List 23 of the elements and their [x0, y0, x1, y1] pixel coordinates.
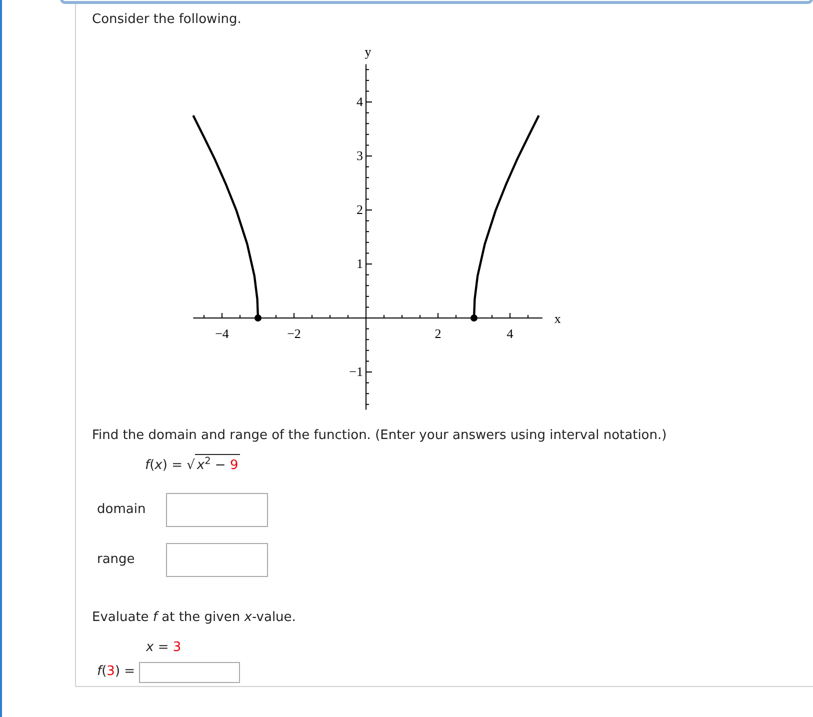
tick-label: −2	[287, 326, 301, 340]
answer-field[interactable]	[166, 492, 268, 526]
question-text: Find the domain and range of the function. (Enter your answers using interval notation.)	[92, 426, 668, 444]
tick-label: 4	[506, 326, 514, 340]
tick-label: 2	[434, 326, 442, 340]
function-value-label: f(3) =	[97, 663, 136, 682]
answer-field[interactable]	[139, 662, 240, 682]
tick-label: 3	[356, 148, 363, 162]
tick-label: 1	[356, 256, 363, 270]
tick-label: 4	[356, 94, 363, 108]
given-value: x = 3	[146, 640, 182, 655]
evaluate-instruction: Evaluate f at the given x-value.	[92, 608, 297, 626]
answer-label: range	[97, 550, 136, 569]
axis-label: y	[364, 44, 372, 59]
endpoint-dot	[470, 314, 478, 321]
tick-label: 2	[356, 202, 363, 216]
axis-label: x	[554, 310, 561, 326]
answer-label: domain	[97, 500, 147, 519]
answer-field[interactable]	[166, 542, 268, 576]
intro-text: Consider the following.	[92, 11, 242, 29]
tick-label: −1	[349, 364, 363, 378]
endpoint-dot	[254, 314, 262, 321]
tick-label: −4	[215, 326, 229, 340]
